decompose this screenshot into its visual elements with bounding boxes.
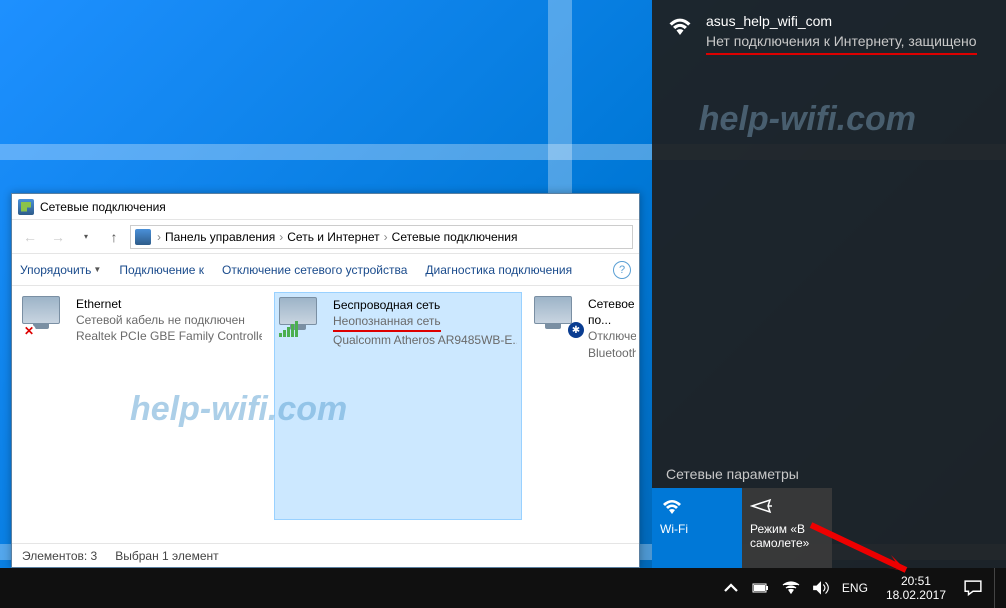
network-settings-link[interactable]: Сетевые параметры (666, 466, 799, 482)
system-tray: ENG 20:51 18.02.2017 (716, 568, 1006, 608)
nav-back-button[interactable]: ← (18, 225, 42, 249)
disconnected-badge-icon: ✕ (22, 324, 36, 338)
wifi-signal-icon (279, 321, 298, 337)
tile-label: Режим «В самолете» (750, 522, 824, 550)
connection-status: Неопознанная сеть (333, 313, 517, 332)
wireless-icon (279, 297, 327, 337)
status-selection: Выбран 1 элемент (115, 549, 218, 563)
tile-label: Wi-Fi (660, 522, 734, 536)
network-status: Нет подключения к Интернету, защищено (706, 32, 977, 56)
tray-chevron-up-icon[interactable] (722, 579, 740, 597)
airplane-mode-tile[interactable]: Режим «В самолете» (742, 488, 832, 568)
chevron-down-icon: ▼ (93, 265, 101, 274)
status-count: Элементов: 3 (22, 549, 97, 563)
nav-forward-button[interactable]: → (46, 225, 70, 249)
ethernet-icon: ✕ (22, 296, 70, 336)
connection-title: Ethernet (76, 296, 262, 312)
clock-date: 18.02.2017 (886, 588, 946, 602)
connection-status: Сетевой кабель не подключен (76, 312, 262, 328)
clock-time: 20:51 (886, 574, 946, 588)
nav-up-button[interactable]: ↑ (102, 225, 126, 249)
toolbar-diagnose[interactable]: Диагностика подключения (425, 263, 572, 277)
window-title: Сетевые подключения (40, 200, 166, 214)
language-indicator[interactable]: ENG (842, 581, 868, 595)
connections-area: ✕ Ethernet Сетевой кабель не подключен R… (12, 286, 639, 526)
clock[interactable]: 20:51 18.02.2017 (880, 574, 952, 603)
chevron-right-icon: › (384, 230, 388, 244)
connection-adapter: Qualcomm Atheros AR9485WB-E... (333, 332, 517, 348)
action-center-icon[interactable] (964, 579, 982, 597)
volume-icon[interactable] (812, 579, 830, 597)
nav-dropdown-button[interactable]: ▾ (74, 225, 98, 249)
bluetooth-icon: ✱ (534, 296, 582, 336)
connection-adapter: Realtek PCIe GBE Family Controller (76, 328, 262, 344)
wifi-tile[interactable]: Wi-Fi (652, 488, 742, 568)
toolbar: Упорядочить ▼ Подключение к Отключение с… (12, 254, 639, 286)
flyout-tiles: Wi-Fi Режим «В самолете» (652, 488, 832, 568)
connection-title: Сетевое по... (588, 296, 636, 328)
wifi-icon (660, 496, 684, 516)
airplane-icon (750, 496, 774, 516)
window-icon (18, 199, 34, 215)
battery-icon[interactable] (752, 579, 770, 597)
breadcrumb[interactable]: › Панель управления › Сеть и Интернет › … (130, 225, 633, 249)
wifi-icon (666, 14, 694, 36)
chevron-right-icon: › (279, 230, 283, 244)
chevron-right-icon: › (157, 230, 161, 244)
connection-status: Отключено (588, 328, 636, 344)
address-bar: ← → ▾ ↑ › Панель управления › Сеть и Инт… (12, 220, 639, 254)
connection-bluetooth[interactable]: ✱ Сетевое по... Отключено Bluetooth D... (530, 292, 640, 520)
status-bar: Элементов: 3 Выбран 1 элемент (12, 543, 639, 567)
toolbar-organize[interactable]: Упорядочить ▼ (20, 263, 101, 277)
connection-adapter: Bluetooth D... (588, 345, 636, 361)
breadcrumb-segment[interactable]: Панель управления (165, 230, 275, 244)
show-desktop-button[interactable] (994, 568, 1000, 608)
breadcrumb-icon (135, 229, 151, 245)
toolbar-disable-device[interactable]: Отключение сетевого устройства (222, 263, 407, 277)
breadcrumb-segment[interactable]: Сетевые подключения (392, 230, 518, 244)
network-name: asus_help_wifi_com (706, 12, 977, 32)
network-flyout: asus_help_wifi_com Нет подключения к Инт… (652, 0, 1006, 568)
bluetooth-badge-icon: ✱ (568, 322, 584, 338)
window-titlebar[interactable]: Сетевые подключения (12, 194, 639, 220)
wifi-tray-icon[interactable] (782, 579, 800, 597)
taskbar: ENG 20:51 18.02.2017 (0, 568, 1006, 608)
network-connections-window: Сетевые подключения ← → ▾ ↑ › Панель упр… (11, 193, 640, 568)
connection-title: Беспроводная сеть (333, 297, 517, 313)
toolbar-connect-to[interactable]: Подключение к (119, 263, 204, 277)
help-icon[interactable]: ? (613, 261, 631, 279)
network-entry[interactable]: asus_help_wifi_com Нет подключения к Инт… (652, 0, 1006, 67)
connection-wireless[interactable]: Беспроводная сеть Неопознанная сеть Qual… (274, 292, 522, 520)
breadcrumb-segment[interactable]: Сеть и Интернет (287, 230, 379, 244)
connection-ethernet[interactable]: ✕ Ethernet Сетевой кабель не подключен R… (18, 292, 266, 520)
